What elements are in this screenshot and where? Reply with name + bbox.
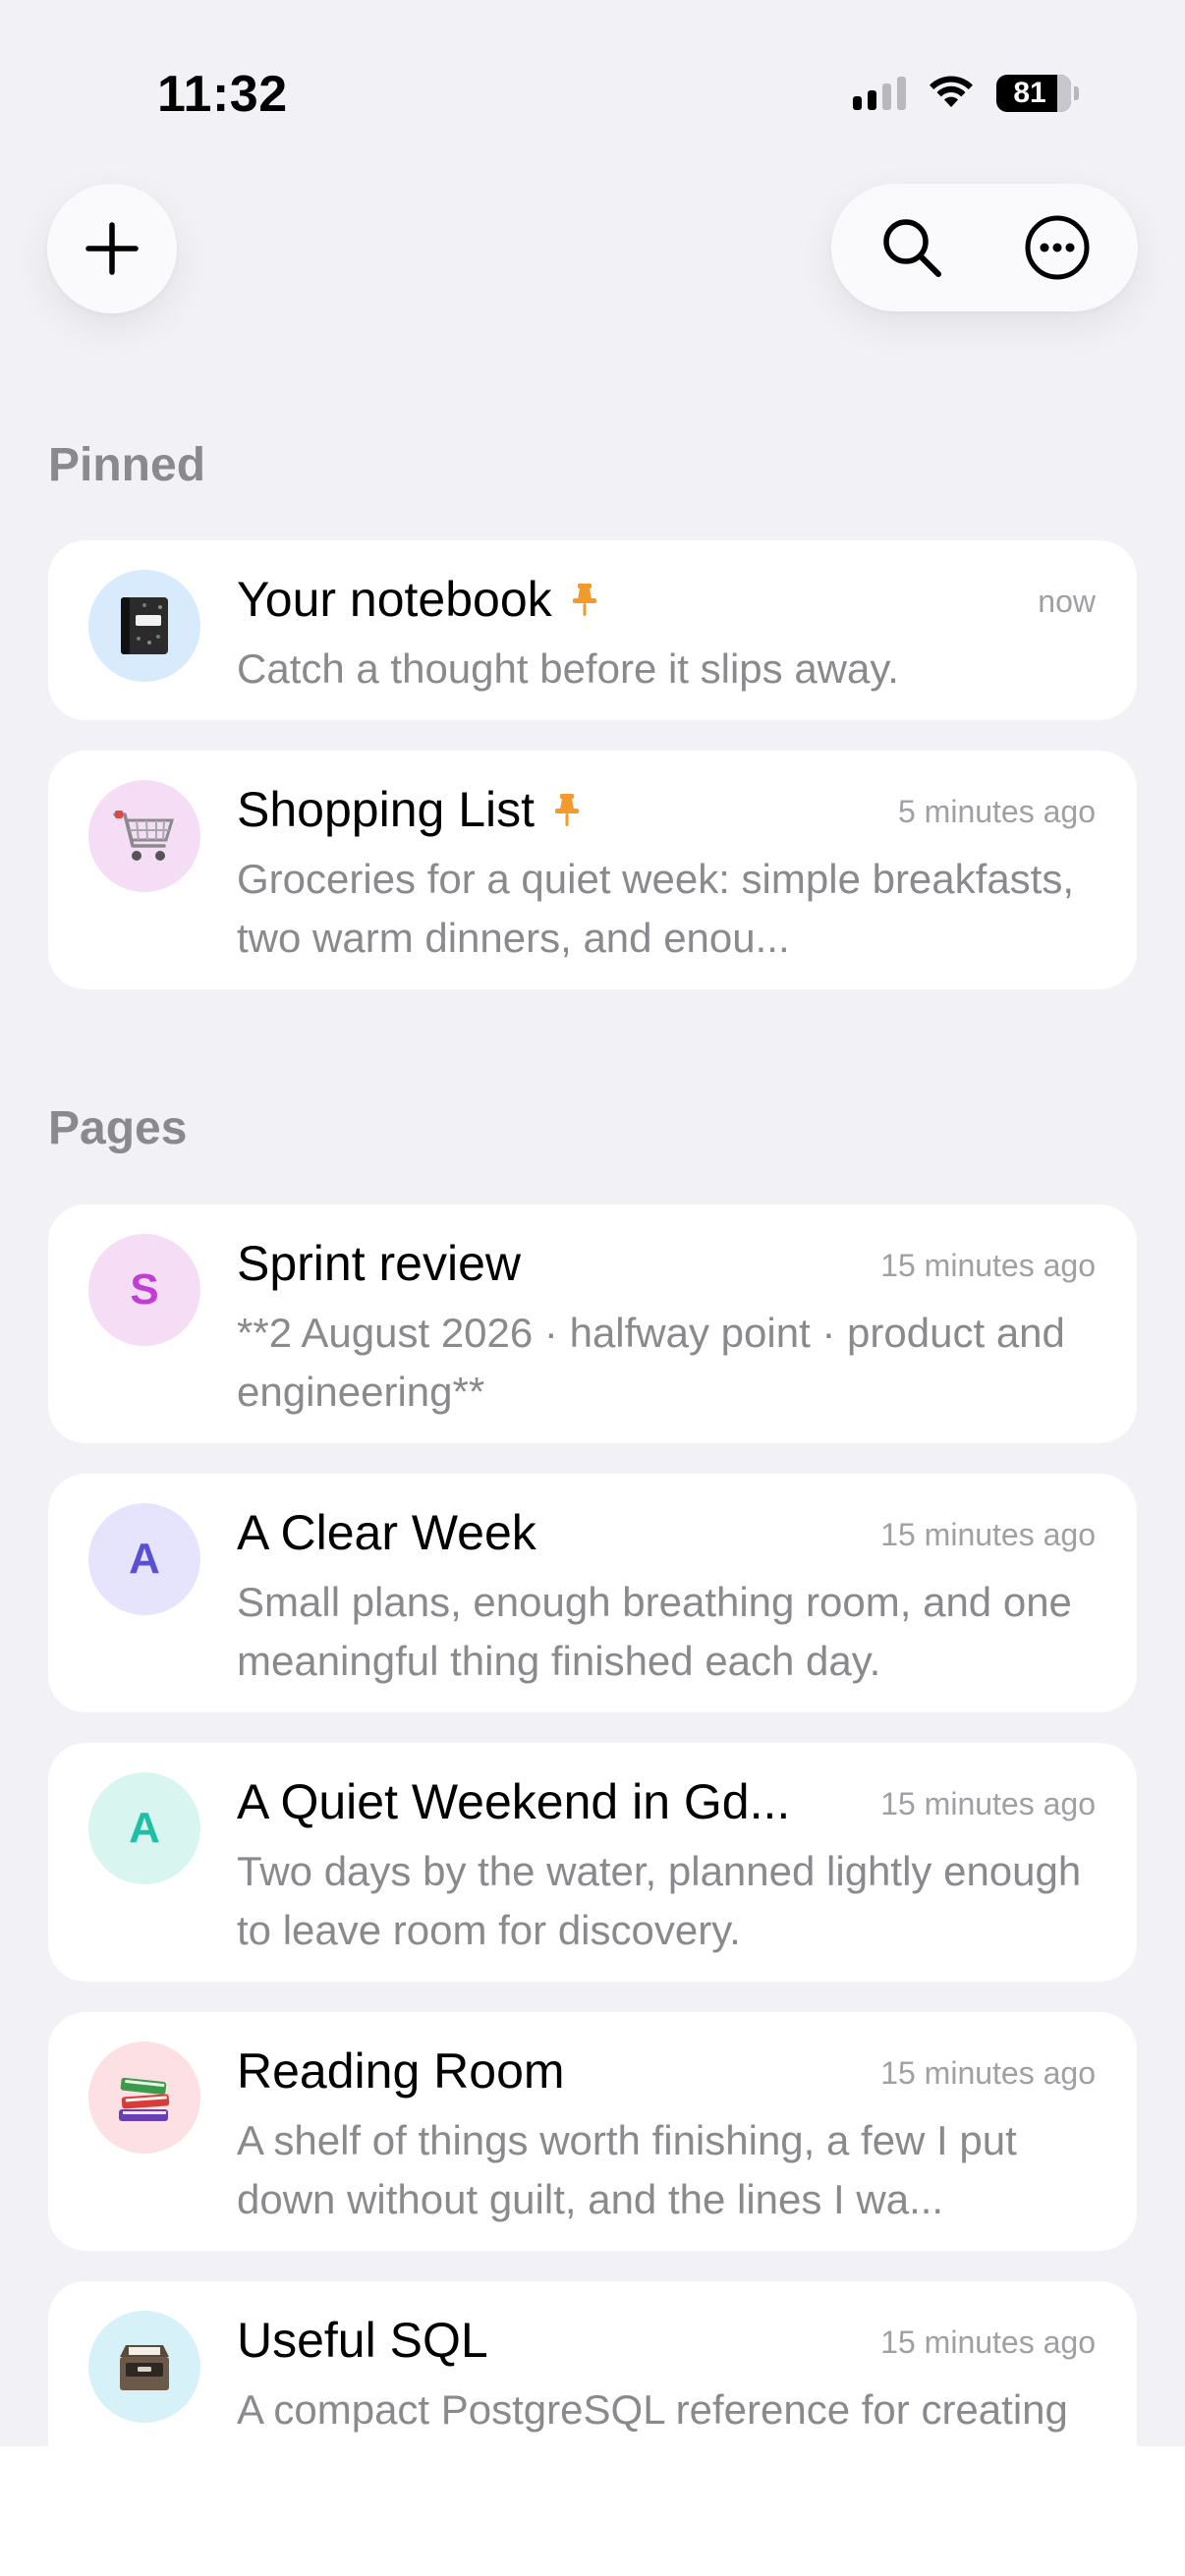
notes-home-screen: 11:32 81 Pinned Your notebook now Catch … — [0, 0, 1185, 2576]
note-title-row: Shopping List — [237, 780, 582, 839]
page-avatar: A — [88, 1772, 200, 1884]
note-title-row: Your notebook — [237, 570, 599, 629]
note-subtitle: Catch a thought before it slips away. — [237, 645, 899, 692]
note-title: Shopping List — [237, 782, 536, 837]
battery-icon: 81 — [996, 75, 1071, 112]
note-avatar — [88, 780, 200, 892]
page-card[interactable]: A A Quiet Weekend in Gd... 15 minutes ag… — [48, 1743, 1137, 1982]
page-card[interactable]: Reading Room 15 minutes ago A shelf of t… — [48, 2012, 1137, 2251]
page-subtitle: **2 August 2026 · halfway point · produc… — [237, 1310, 1065, 1415]
page-title: Reading Room — [237, 2044, 565, 2099]
note-subtitle: Groceries for a quiet week: simple break… — [237, 856, 1075, 961]
page-title-row: A Clear Week — [237, 1503, 536, 1562]
page-title-row: Useful SQL — [237, 2311, 488, 2370]
page-title-row: Reading Room — [237, 2042, 565, 2100]
pin-icon — [552, 792, 582, 827]
page-title: A Clear Week — [237, 1505, 536, 1560]
more-options-icon — [1025, 215, 1090, 280]
battery-percent: 81 — [1013, 77, 1046, 109]
status-bar: 11:32 81 — [0, 0, 1185, 138]
page-time: 15 minutes ago — [880, 2324, 1096, 2360]
books-icon — [119, 2077, 170, 2121]
file-cabinet-icon — [120, 2345, 169, 2390]
pinned-note-card[interactable]: Your notebook now Catch a thought before… — [48, 540, 1137, 720]
note-avatar — [88, 570, 200, 682]
page-subtitle: A shelf of things worth finishing, a few… — [237, 2117, 1017, 2222]
page-title: Useful SQL — [237, 2313, 488, 2368]
search-button[interactable] — [848, 184, 976, 311]
pin-icon — [570, 582, 599, 617]
pinned-note-card[interactable]: Shopping List 5 minutes ago Groceries fo… — [48, 751, 1137, 989]
note-time: now — [1038, 584, 1096, 619]
note-title: Your notebook — [237, 572, 552, 627]
page-subtitle: Two days by the water, planned lightly e… — [237, 1848, 1082, 1953]
page-card[interactable]: S Sprint review 15 minutes ago **2 Augus… — [48, 1204, 1137, 1443]
pinned-section-title: Pinned — [48, 439, 206, 491]
page-title: A Quiet Weekend in Gd... — [237, 1774, 791, 1829]
bottom-bar-background — [0, 2446, 1185, 2576]
shopping-cart-icon — [113, 811, 175, 861]
page-time: 15 minutes ago — [880, 1248, 1096, 1283]
page-time: 15 minutes ago — [880, 1517, 1096, 1552]
toolbar-pill — [831, 184, 1138, 311]
page-avatar — [88, 2311, 200, 2423]
wifi-icon — [930, 76, 973, 107]
page-title: Sprint review — [237, 1236, 521, 1291]
page-avatar: A — [88, 1503, 200, 1615]
note-time: 5 minutes ago — [897, 794, 1096, 829]
page-card[interactable]: A A Clear Week 15 minutes ago Small plan… — [48, 1474, 1137, 1712]
page-avatar: S — [88, 1234, 200, 1346]
more-options-button[interactable] — [993, 184, 1121, 311]
status-icons: 81 — [853, 75, 1079, 112]
add-button[interactable] — [47, 184, 177, 313]
page-title-row: Sprint review — [237, 1234, 521, 1293]
cellular-signal-icon — [853, 77, 906, 110]
pages-section-title: Pages — [48, 1102, 188, 1154]
plus-icon — [85, 222, 139, 275]
search-icon — [883, 219, 941, 277]
notebook-icon — [121, 597, 168, 654]
page-time: 15 minutes ago — [880, 2055, 1096, 2091]
page-subtitle: Small plans, enough breathing room, and … — [237, 1579, 1072, 1684]
page-title-row: A Quiet Weekend in Gd... — [237, 1772, 790, 1831]
page-avatar — [88, 2042, 200, 2154]
page-time: 15 minutes ago — [880, 1786, 1096, 1821]
status-time: 11:32 — [157, 66, 288, 123]
